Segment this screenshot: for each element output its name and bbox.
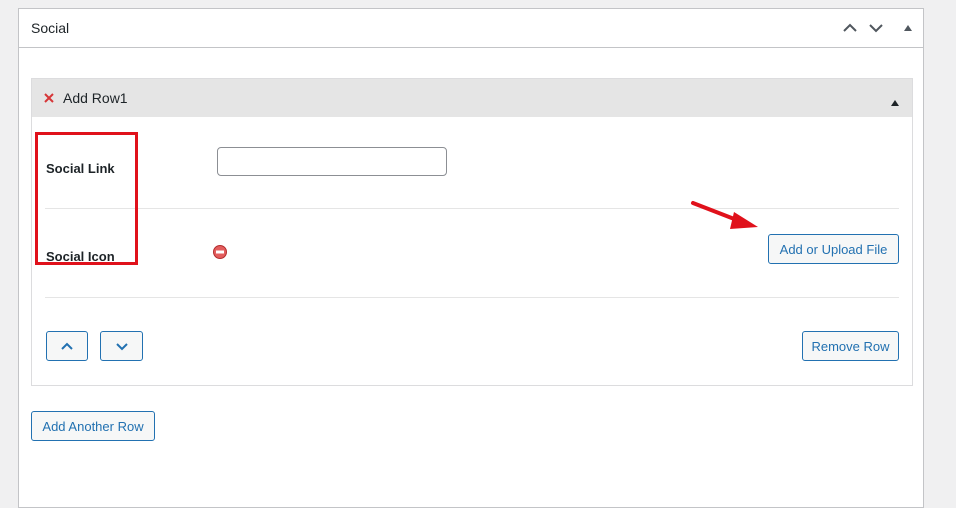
- field-separator: [45, 297, 899, 298]
- metabox-header: Social: [19, 9, 923, 48]
- chevron-up-icon: [61, 342, 73, 350]
- repeatable-group-row: Add Row1 Social Link Social Icon Add or …: [31, 78, 913, 386]
- field-separator: [45, 208, 899, 209]
- delete-x-icon[interactable]: [42, 91, 56, 105]
- chevron-down-icon: [115, 342, 128, 350]
- move-down-icon[interactable]: [867, 19, 885, 37]
- social-icon-label: Social Icon: [46, 249, 115, 264]
- move-row-up-button[interactable]: [46, 331, 88, 361]
- move-row-down-button[interactable]: [100, 331, 143, 361]
- metabox-title: Social: [31, 20, 70, 36]
- move-up-icon[interactable]: [841, 19, 859, 37]
- social-link-input[interactable]: [217, 147, 447, 176]
- social-metabox: Social Add Row1 Social Link Social Icon: [18, 8, 924, 508]
- add-another-row-button[interactable]: Add Another Row: [31, 411, 155, 441]
- toggle-panel-icon[interactable]: [899, 19, 917, 37]
- add-or-upload-file-button[interactable]: Add or Upload File: [768, 234, 899, 264]
- social-link-label: Social Link: [46, 161, 115, 176]
- remove-file-icon[interactable]: [213, 245, 227, 259]
- page-background-strip: [924, 0, 956, 496]
- group-header[interactable]: Add Row1: [32, 79, 912, 117]
- collapse-triangle-icon[interactable]: [890, 94, 900, 112]
- group-title: Add Row1: [63, 90, 128, 106]
- remove-row-button[interactable]: Remove Row: [802, 331, 899, 361]
